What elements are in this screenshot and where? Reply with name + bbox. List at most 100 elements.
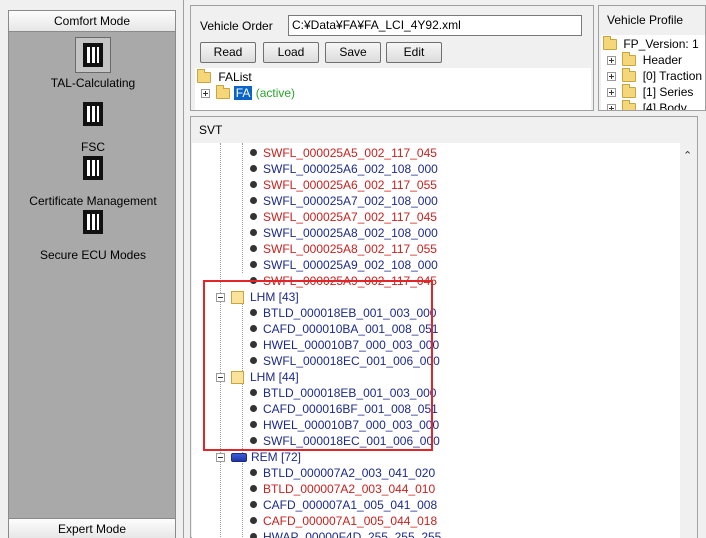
svt-item-label: CAFD_000016BF_001_008_051 [263, 402, 438, 416]
rem-item[interactable]: BTLD_000007A2_003_044_010 [250, 481, 435, 497]
svt-item[interactable]: SWFL_000025A6_002_108_000 [250, 161, 438, 177]
secure-ecu-modes-icon [75, 209, 111, 245]
fa-label: FA [233, 86, 253, 100]
lhm44-label: LHM [44] [250, 370, 299, 384]
svt-item-label: SWFL_000025A7_002_108_000 [263, 194, 438, 208]
svt-item[interactable]: SWFL_000025A6_002_117_055 [250, 177, 437, 193]
svt-item[interactable]: SWFL_000025A9_002_108_000 [250, 257, 438, 273]
rem-item[interactable]: CAFD_000007A1_005_041_008 [250, 497, 437, 513]
lhm43-label: LHM [43] [250, 290, 299, 304]
lhm43-item[interactable]: CAFD_000010BA_001_008_051 [250, 321, 438, 337]
secure-ecu-modes-tool[interactable]: Secure ECU Modes [9, 205, 177, 262]
folder-icon [622, 100, 637, 110]
fa-list-root[interactable]: FAList [197, 69, 252, 84]
lhm43-item[interactable]: SWFL_000018EC_001_006_000 [250, 353, 440, 369]
expand-icon[interactable] [607, 56, 616, 66]
expand-icon[interactable] [607, 104, 616, 110]
expand-icon[interactable] [607, 72, 616, 82]
vp-item-header[interactable]: Header [607, 52, 682, 67]
bullet-icon [250, 357, 257, 365]
expert-mode-button[interactable]: Expert Mode [8, 518, 176, 538]
lhm44-node[interactable]: LHM [44] [216, 369, 299, 385]
read-button[interactable]: Read [200, 42, 256, 63]
bullet-icon [250, 485, 257, 493]
svt-item-label: HWEL_000010B7_000_003_000 [263, 338, 440, 352]
svt-item[interactable]: SWFL_000025A7_002_117_045 [250, 209, 437, 225]
certificate-management-tool[interactable]: Certificate Management [9, 151, 177, 208]
svt-tree[interactable]: SWFL_000025A5_002_117_045 SWFL_000025A6_… [192, 143, 680, 538]
lhm44-item[interactable]: HWEL_000010B7_000_003_000 [250, 417, 439, 433]
expand-icon[interactable] [607, 88, 616, 98]
fp-version-node[interactable]: FP_Version: 1 [603, 36, 699, 51]
mode-sidebar: Comfort Mode TAL-Calculating FSC Certifi… [0, 0, 184, 538]
bullet-icon [250, 309, 257, 317]
lhm44-item[interactable]: BTLD_000018EB_001_003_000 [250, 385, 436, 401]
vehicle-order-label: Vehicle Order [200, 19, 273, 33]
scroll-up-icon[interactable]: ⌃ [683, 149, 692, 162]
svt-title: SVT [199, 123, 223, 137]
fsc-icon [75, 101, 111, 137]
fa-list-label: FAList [218, 70, 252, 84]
load-button[interactable]: Load [263, 42, 319, 63]
rem-item[interactable]: BTLD_000007A2_003_041_020 [250, 465, 435, 481]
vp-item-body[interactable]: [4] Body [607, 100, 687, 111]
lhm43-node[interactable]: LHM [43] [216, 289, 299, 305]
vp-item-label: [1] Series [642, 85, 694, 99]
vp-item-label: [0] Traction [642, 69, 703, 83]
bullet-icon [250, 501, 257, 509]
vehicle-order-path-field[interactable]: C:¥Data¥FA¥FA_LCI_4Y92.xml [288, 15, 582, 36]
ecu-icon [231, 453, 247, 463]
lhm43-item[interactable]: BTLD_000018EB_001_003_000 [250, 305, 436, 321]
svt-item-label: SWFL_000025A5_002_117_045 [263, 146, 437, 160]
rem-item[interactable]: HWAP_00000F4D_255_255_255 [250, 529, 441, 538]
svt-item-label: SWFL_000025A7_002_117_045 [263, 210, 437, 224]
svt-scrollbar[interactable]: ⌃ [680, 143, 697, 538]
rem-item[interactable]: CAFD_000007A1_005_044_018 [250, 513, 437, 529]
fa-list-tree: FAList FA (active) [195, 68, 591, 110]
svt-item[interactable]: SWFL_000025A9_002_117_045 [250, 273, 437, 289]
svt-item-label: BTLD_000007A2_003_044_010 [263, 482, 436, 496]
comfort-mode-panel: TAL-Calculating FSC Certificate Manageme… [8, 32, 176, 518]
bullet-icon [250, 149, 257, 157]
svt-item[interactable]: SWFL_000025A7_002_108_000 [250, 193, 438, 209]
tal-calculating-tool[interactable]: TAL-Calculating [9, 37, 177, 90]
bullet-icon [250, 181, 257, 189]
svt-item[interactable]: SWFL_000025A8_002_117_055 [250, 241, 437, 257]
lhm44-item[interactable]: SWFL_000018EC_001_006_000 [250, 433, 440, 449]
collapse-icon[interactable] [216, 373, 225, 383]
edit-button[interactable]: Edit [386, 42, 442, 63]
fsc-tool[interactable]: FSC [9, 97, 177, 154]
vp-item-label: [4] Body [642, 101, 687, 111]
collapse-icon[interactable] [216, 293, 225, 303]
rem-node[interactable]: REM [72] [216, 449, 301, 465]
bullet-icon [250, 469, 257, 477]
svt-item-label: SWFL_000018EC_001_006_000 [263, 434, 440, 448]
svt-item-label: SWFL_000025A8_002_108_000 [263, 226, 438, 240]
svt-item[interactable]: SWFL_000025A5_002_117_045 [250, 145, 437, 161]
save-button[interactable]: Save [325, 42, 381, 63]
svt-item[interactable]: SWFL_000025A8_002_108_000 [250, 225, 438, 241]
svt-item-label: BTLD_000018EB_001_003_000 [263, 386, 437, 400]
svt-item-label: BTLD_000007A2_003_041_020 [263, 466, 436, 480]
comfort-mode-button[interactable]: Comfort Mode [8, 10, 176, 32]
vp-item-series[interactable]: [1] Series [607, 84, 694, 99]
folder-icon [603, 36, 617, 51]
lhm43-item[interactable]: HWEL_000010B7_000_003_000 [250, 337, 439, 353]
tal-calculating-label: TAL-Calculating [50, 76, 136, 90]
bullet-icon [250, 341, 257, 349]
svt-item-label: BTLD_000018EB_001_003_000 [263, 306, 437, 320]
expand-icon[interactable] [201, 89, 210, 99]
vehicle-profile-title: Vehicle Profile [607, 13, 684, 27]
collapse-icon[interactable] [216, 453, 225, 463]
lhm44-item[interactable]: CAFD_000016BF_001_008_051 [250, 401, 438, 417]
tal-calculating-icon [75, 37, 111, 73]
folder-icon [216, 85, 231, 100]
bullet-icon [250, 405, 257, 413]
bullet-icon [250, 229, 257, 237]
svt-item-label: CAFD_000010BA_001_008_051 [263, 322, 439, 336]
vp-item-traction[interactable]: [0] Traction [607, 68, 703, 83]
svt-item-label: CAFD_000007A1_005_044_018 [263, 514, 438, 528]
vehicle-profile-panel: Vehicle Profile FP_Version: 1 Header [0]… [598, 5, 706, 111]
fa-node[interactable]: FA (active) [201, 85, 295, 100]
vehicle-order-panel: Vehicle Order C:¥Data¥FA¥FA_LCI_4Y92.xml… [190, 5, 594, 111]
